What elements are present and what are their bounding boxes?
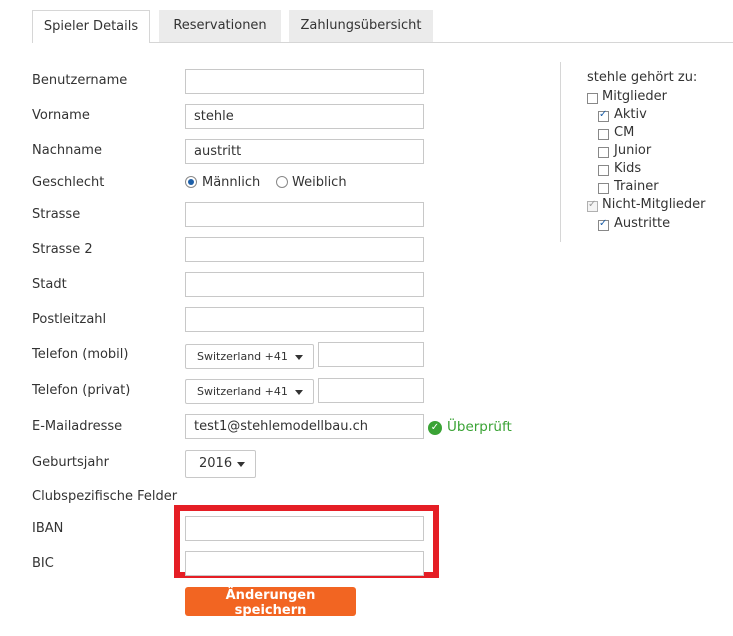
group-nicht-mitglieder-label: Nicht-Mitglieder (602, 197, 706, 212)
group-austritte-checkbox[interactable] (598, 218, 609, 231)
phone-mobile-label: Telefon (mobil) (32, 347, 129, 362)
chevron-down-icon (237, 462, 245, 467)
tab-divider (150, 42, 733, 43)
group-trainer-label: Trainer (614, 179, 659, 194)
username-input[interactable] (185, 69, 424, 94)
phone-mobile-country-select[interactable]: Switzerland +41 (185, 344, 314, 369)
group-cm-label: CM (614, 125, 635, 140)
group-mitglieder-label: Mitglieder (602, 89, 667, 104)
tab-zahlungsuebersicht[interactable]: Zahlungsübersicht (289, 10, 433, 42)
group-mitglieder-checkbox[interactable] (587, 93, 598, 104)
group-trainer-checkbox[interactable] (598, 183, 609, 194)
gender-female-label: Weiblich (292, 175, 347, 190)
phone-private-input[interactable] (318, 378, 424, 403)
group-aktiv-checkbox[interactable] (598, 109, 609, 122)
zip-label: Postleitzahl (32, 312, 107, 327)
street-input[interactable] (185, 202, 424, 227)
group-cm-checkbox[interactable] (598, 129, 609, 140)
phone-private-country-value: Switzerland +41 (197, 385, 288, 398)
email-input[interactable] (185, 414, 424, 439)
email-label: E-Mailadresse (32, 419, 123, 434)
gender-female-radio[interactable] (276, 176, 288, 188)
club-fields-heading: Clubspezifische Felder (32, 489, 178, 504)
group-junior-label: Junior (614, 143, 652, 158)
phone-mobile-input[interactable] (318, 342, 424, 367)
birthyear-label: Geburtsjahr (32, 455, 109, 470)
birthyear-value: 2016 (199, 456, 233, 471)
group-nicht-mitglieder-checkbox[interactable] (587, 199, 598, 212)
lastname-label: Nachname (32, 143, 102, 158)
gender-male-label: Männlich (202, 175, 261, 190)
gender-male-radio[interactable] (185, 176, 197, 188)
iban-label: IBAN (32, 521, 64, 536)
gender-label: Geschlecht (32, 175, 105, 190)
group-kids-label: Kids (614, 161, 642, 176)
birthyear-select[interactable]: 2016 (185, 450, 256, 478)
phone-private-country-select[interactable]: Switzerland +41 (185, 379, 314, 404)
street-label: Strasse (32, 207, 81, 222)
tab-spieler-details[interactable]: Spieler Details (32, 10, 150, 43)
street2-label: Strasse 2 (32, 242, 93, 257)
lastname-input[interactable] (185, 139, 424, 164)
group-kids-checkbox[interactable] (598, 165, 609, 176)
city-input[interactable] (185, 272, 424, 297)
bic-input[interactable] (185, 551, 424, 576)
firstname-label: Vorname (32, 108, 90, 123)
bic-label: BIC (32, 556, 54, 571)
street2-input[interactable] (185, 237, 424, 262)
phone-private-label: Telefon (privat) (32, 383, 131, 398)
iban-input[interactable] (185, 516, 424, 541)
save-button[interactable]: Änderungen speichern (185, 587, 356, 618)
group-austritte-label: Austritte (614, 216, 671, 231)
phone-mobile-country-value: Switzerland +41 (197, 350, 288, 363)
tab-reservationen[interactable]: Reservationen (159, 10, 281, 42)
city-label: Stadt (32, 277, 67, 292)
chevron-down-icon (295, 355, 303, 360)
membership-sidebar: stehle gehört zu: Mitglieder Aktiv CM Ju… (560, 62, 733, 242)
tab-bar: Spieler Details Reservationen Zahlungsüb… (0, 0, 733, 43)
group-aktiv-label: Aktiv (614, 107, 647, 122)
zip-input[interactable] (185, 307, 424, 332)
chevron-down-icon (295, 390, 303, 395)
membership-title: stehle gehört zu: (587, 70, 698, 85)
firstname-input[interactable] (185, 104, 424, 129)
group-junior-checkbox[interactable] (598, 147, 609, 158)
email-verified-status: Überprüft (447, 419, 512, 435)
username-label: Benutzername (32, 73, 128, 88)
check-circle-icon: ✓ (428, 421, 442, 435)
